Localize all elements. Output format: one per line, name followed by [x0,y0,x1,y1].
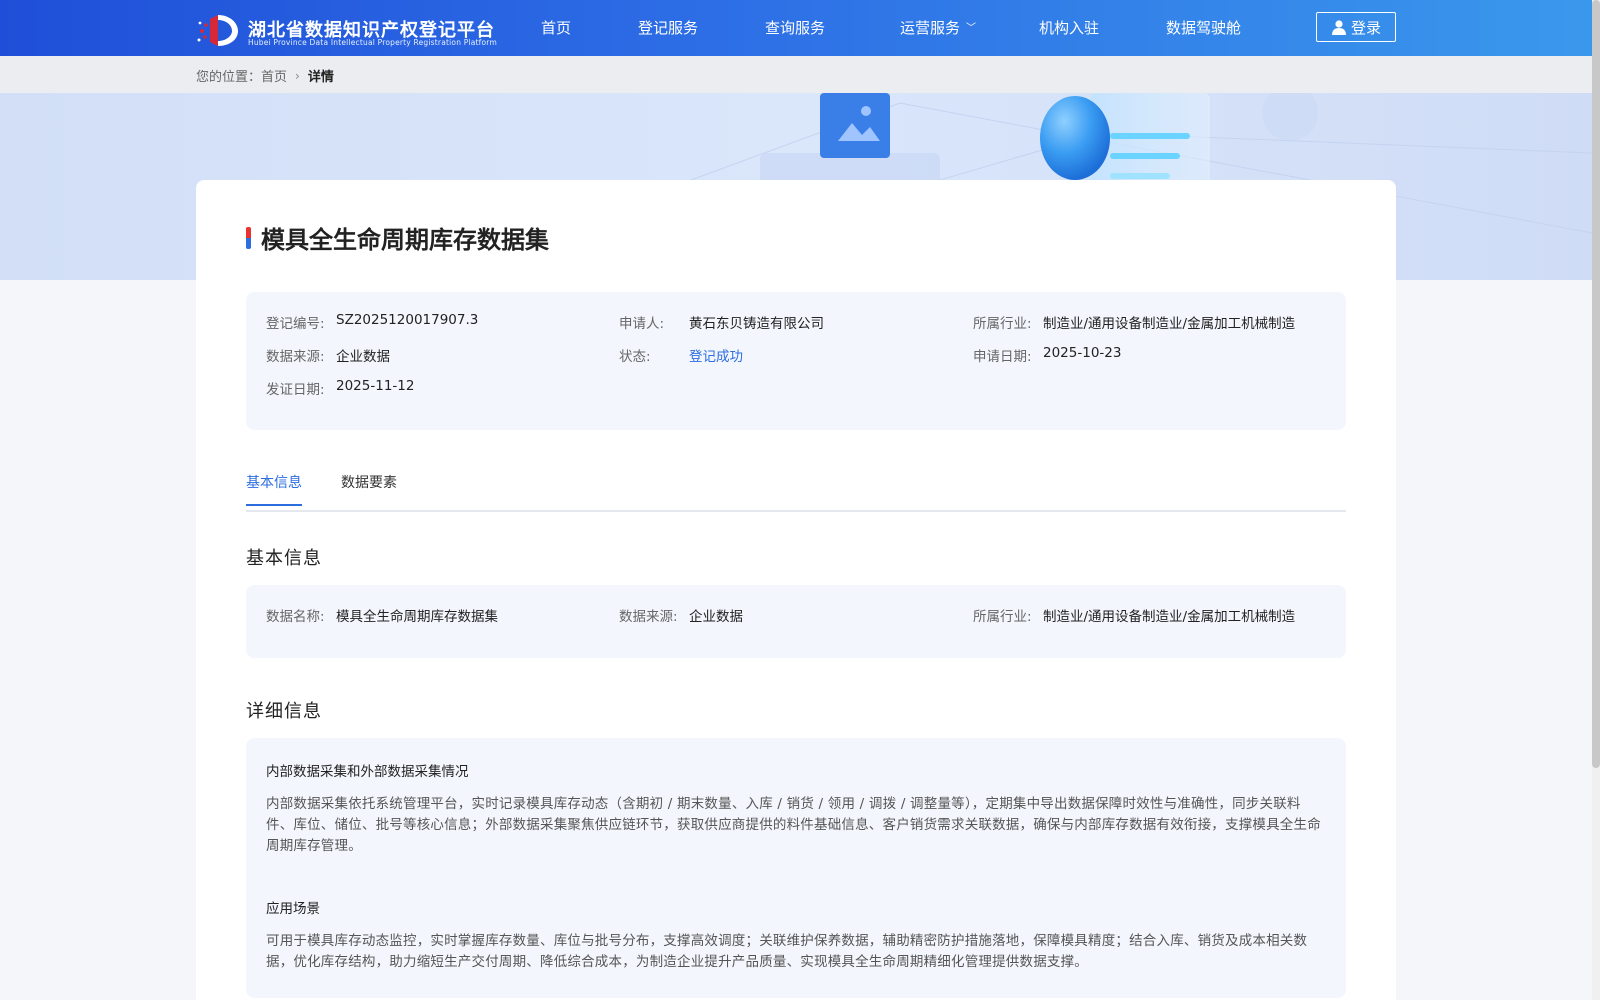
breadcrumb-home-link[interactable]: 首页 [261,66,287,85]
field-label: 申请日期: [973,349,1032,365]
field-label: 所属行业: [973,316,1032,332]
title-accent-mark [246,226,251,249]
chevron-down-icon: ﹀ [966,23,977,34]
status-badge: 登记成功 [689,349,743,365]
field-data-name: 数据名称: 模具全生命周期库存数据集 [266,605,498,625]
scrollbar-thumb[interactable] [1592,0,1600,768]
breadcrumb: 您的位置： 首页 › 详情 [196,66,334,86]
nav-label: 数据驾驶舱 [1166,19,1242,37]
nav-label: 登记服务 [638,19,699,37]
breadcrumb-prefix: 您的位置： [196,70,262,85]
collection-heading: 内部数据采集和外部数据采集情况 [266,764,469,780]
nav-query-service[interactable]: 查询服务 [765,17,825,38]
field-label: 状态: [619,349,651,365]
nav-label: 首页 [541,19,572,37]
field-label: 数据来源: [266,349,325,365]
logo-emblem-icon [197,15,238,46]
nav-label: 查询服务 [765,19,826,37]
field-value: 企业数据 [689,609,743,625]
logo-subtitle: Hubei Province Data Intellectual Propert… [248,38,497,47]
tab-data-elements[interactable]: 数据要素 [341,472,397,504]
detail-card: 模具全生命周期库存数据集 登记编号: SZ2025120017907.3 申请人… [196,180,1396,1000]
field-label: 数据来源: [619,609,678,625]
field-value: 制造业/通用设备制造业/金属加工机械制造 [1043,609,1296,625]
nav-institution-entry[interactable]: 机构入驻 [1039,17,1099,38]
top-header: 湖北省数据知识产权登记平台 Hubei Province Data Intell… [0,0,1592,56]
platform-logo[interactable]: 湖北省数据知识产权登记平台 Hubei Province Data Intell… [196,13,497,47]
chevron-right-icon: › [295,68,300,83]
field-value: SZ2025120017907.3 [336,312,479,328]
basic-info-box: 数据名称: 模具全生命周期库存数据集 数据来源: 企业数据 所属行业: 制造业/… [246,585,1346,658]
field-label: 申请人: [619,316,665,332]
summary-info-box: 登记编号: SZ2025120017907.3 申请人: 黄石东贝铸造有限公司 … [246,292,1346,430]
breadcrumb-bar: 您的位置： 首页 › 详情 [0,56,1592,93]
field-status: 状态: 登记成功 [619,345,743,365]
field-value: 2025-10-23 [1043,345,1122,361]
tab-basic-info[interactable]: 基本信息 [246,472,302,506]
field-value: 模具全生命周期库存数据集 [336,609,498,625]
detail-info-box: 内部数据采集和外部数据采集情况 内部数据采集依托系统管理平台，实时记录模具库存动… [246,738,1346,998]
field-value: 企业数据 [336,349,390,365]
detail-info-heading: 详细信息 [246,701,322,722]
title-row: 模具全生命周期库存数据集 [246,220,549,255]
nav-registration-service[interactable]: 登记服务 [638,17,698,38]
field-applicant: 申请人: 黄石东贝铸造有限公司 [619,312,824,332]
nav-operation-service[interactable]: 运营服务 ﹀ [900,17,976,38]
nav-label: 运营服务 [900,19,961,37]
login-label: 登录 [1350,18,1381,37]
detail-tabs: 基本信息 数据要素 [246,470,1346,512]
field-value: 制造业/通用设备制造业/金属加工机械制造 [1043,316,1296,332]
collection-text: 内部数据采集依托系统管理平台，实时记录模具库存动态（含期初 / 期末数量、入库 … [266,796,1321,854]
field-data-industry: 所属行业: 制造业/通用设备制造业/金属加工机械制造 [973,605,1295,625]
basic-info-heading: 基本信息 [246,548,322,569]
field-value: 黄石东贝铸造有限公司 [689,316,824,332]
field-data-source: 数据来源: 企业数据 [619,605,743,625]
scenario-heading: 应用场景 [266,901,320,917]
field-label: 发证日期: [266,382,325,398]
breadcrumb-current: 详情 [307,70,334,85]
nav-data-cockpit[interactable]: 数据驾驶舱 [1166,17,1241,38]
field-label: 所属行业: [973,609,1032,625]
field-label: 数据名称: [266,609,325,625]
field-label: 登记编号: [266,316,325,332]
field-apply-date: 申请日期: 2025-10-23 [973,345,1121,365]
field-value: 2025-11-12 [336,378,415,394]
user-icon [1331,20,1346,35]
login-button[interactable]: 登录 [1316,12,1396,42]
field-source: 数据来源: 企业数据 [266,345,390,365]
nav-label: 机构入驻 [1039,19,1100,37]
field-reg-no: 登记编号: SZ2025120017907.3 [266,312,478,332]
field-cert-date: 发证日期: 2025-11-12 [266,378,414,398]
nav-home[interactable]: 首页 [541,17,571,38]
page-title: 模具全生命周期库存数据集 [261,226,549,254]
scenario-text: 可用于模具库存动态监控，实时掌握库存数量、库位与批号分布，支撑高效调度；关联维护… [266,933,1308,970]
field-industry: 所属行业: 制造业/通用设备制造业/金属加工机械制造 [973,312,1295,332]
